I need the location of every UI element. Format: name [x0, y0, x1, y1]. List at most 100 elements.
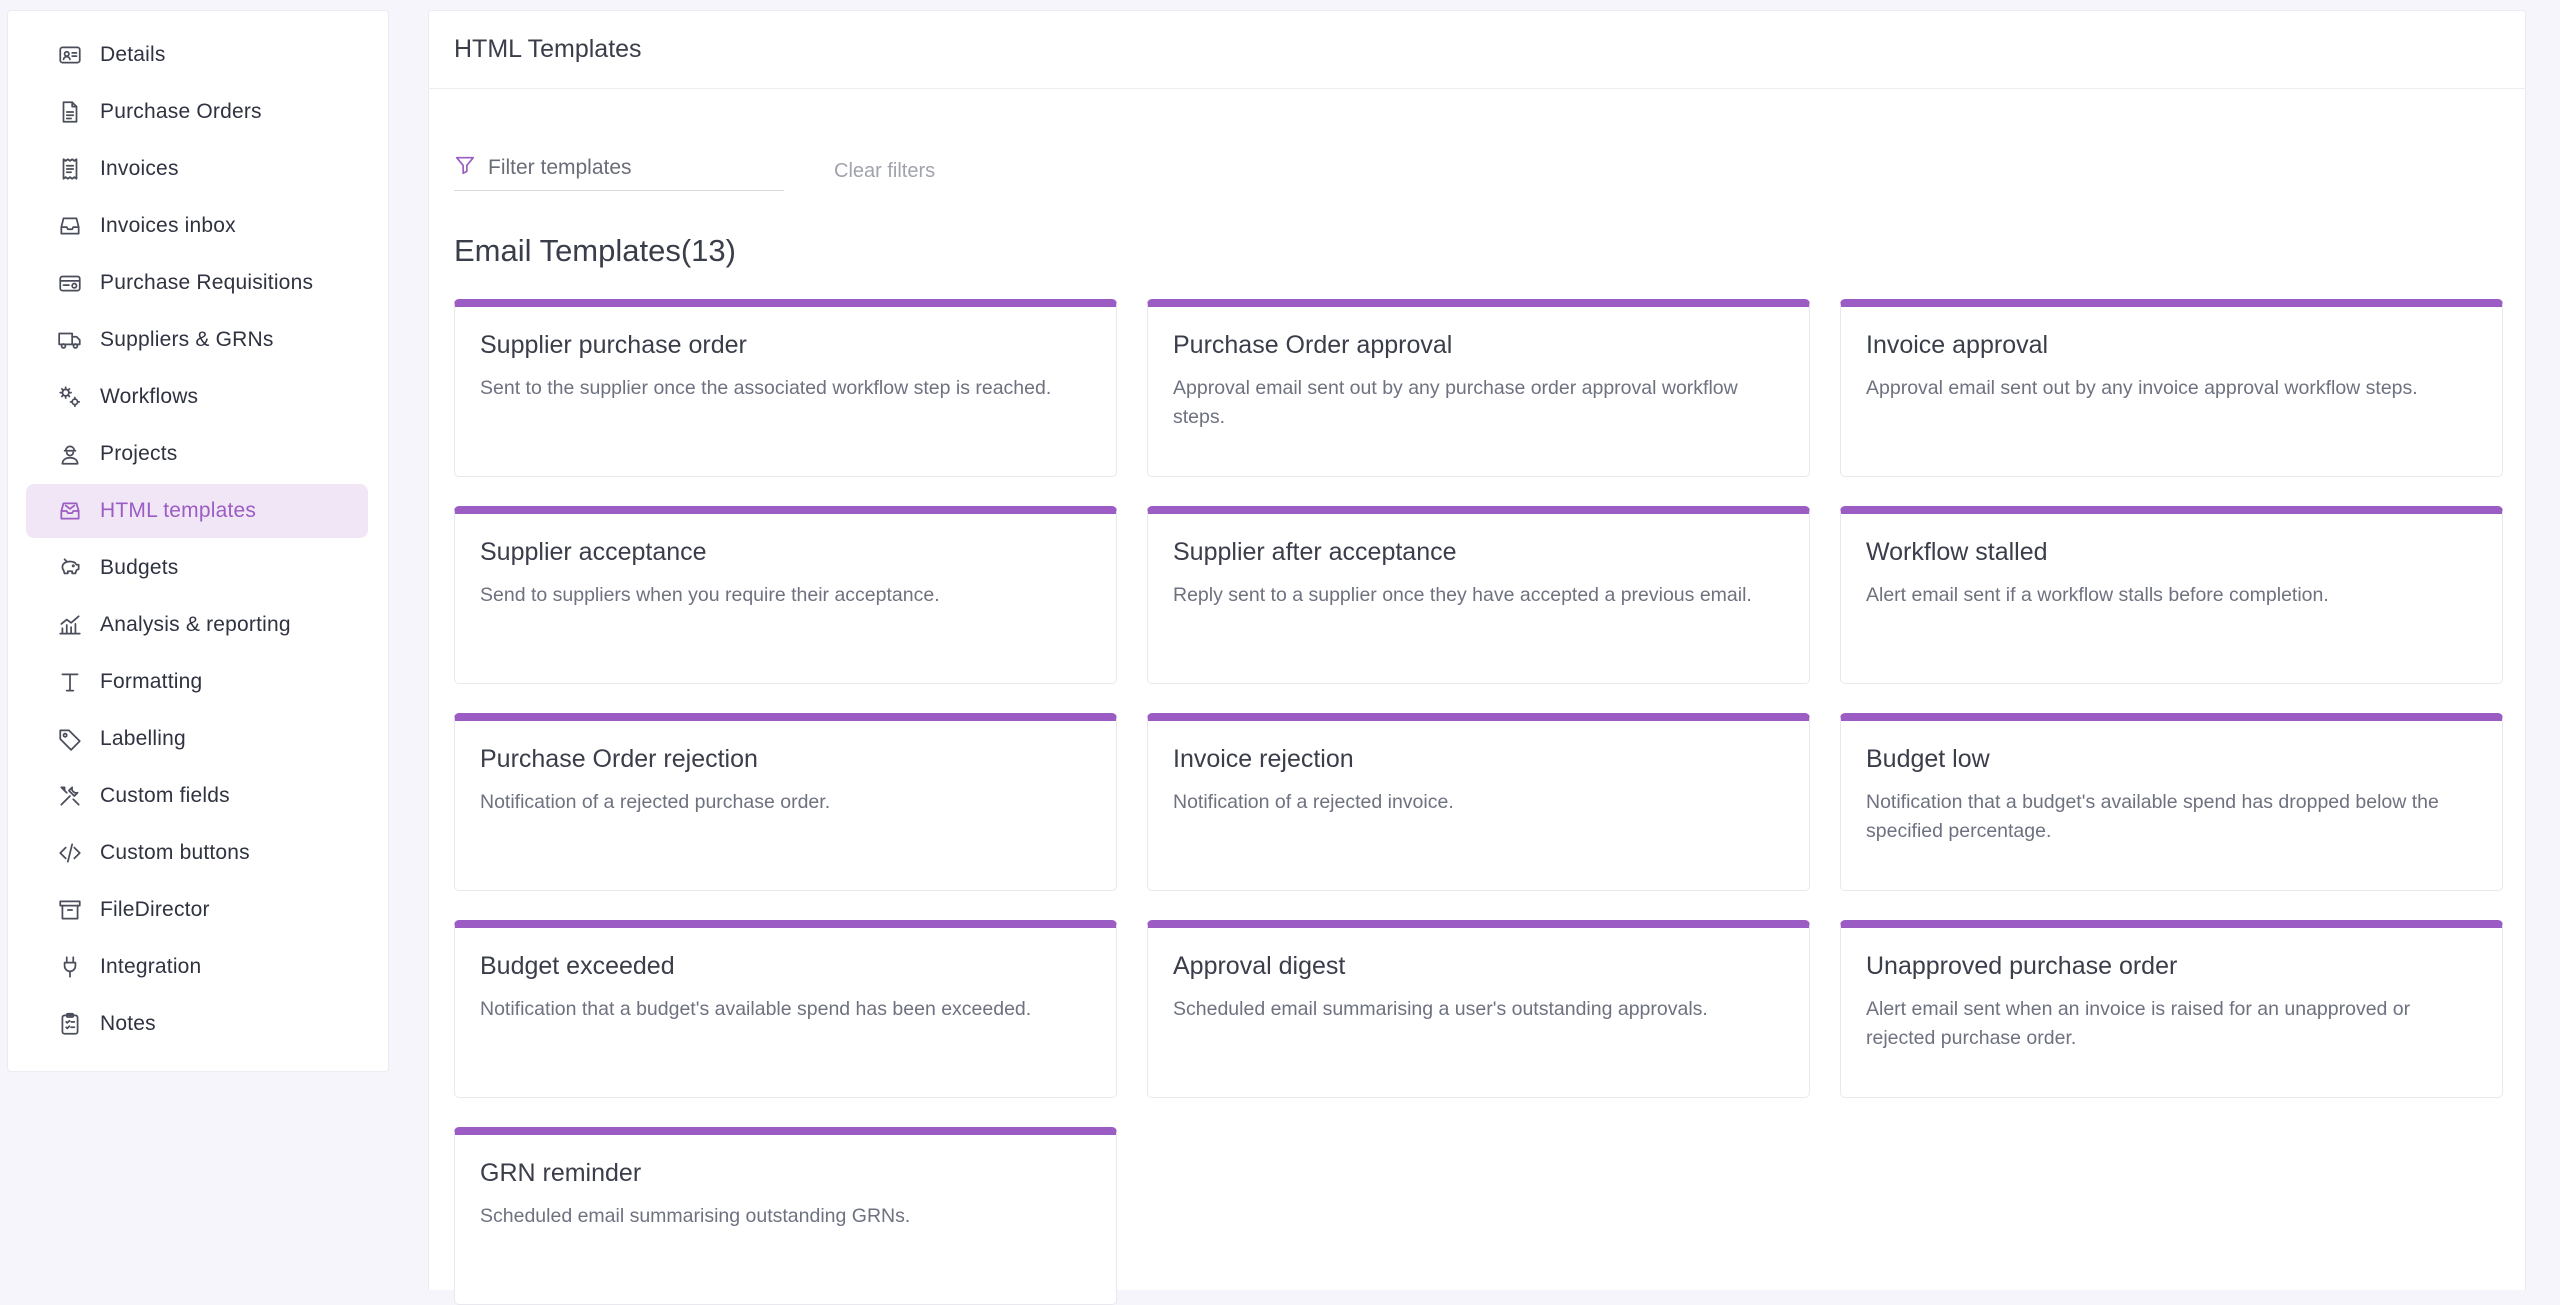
template-card-title: Approval digest: [1173, 952, 1346, 980]
sidebar-item-label: Notes: [100, 1012, 156, 1035]
text-icon: [56, 668, 84, 696]
sidebar-item-notes[interactable]: Notes: [26, 997, 368, 1051]
truck-icon: [56, 326, 84, 354]
sidebar-item-purchase-requisitions[interactable]: Purchase Requisitions: [26, 256, 368, 310]
sidebar-item-label: Details: [100, 43, 166, 66]
template-card-description: Notification that a budget's available s…: [480, 998, 1032, 1020]
template-card-description: Scheduled email summarising outstanding …: [480, 1205, 911, 1227]
template-card[interactable]: Budget low Notification that a budget's a…: [1840, 713, 2503, 891]
plug-icon: [56, 953, 84, 981]
sidebar-item-integration[interactable]: Integration: [26, 940, 368, 994]
sidebar-item-label: Labelling: [100, 727, 186, 750]
sidebar-item-label: Suppliers & GRNs: [100, 328, 274, 351]
main-panel: HTML Templates Clear filters Email Templ…: [428, 10, 2526, 1305]
mail-tray-icon: [56, 497, 84, 525]
code-icon: [56, 839, 84, 867]
tools-icon: [56, 782, 84, 810]
sidebar-item-label: HTML templates: [100, 499, 257, 522]
template-card-description: Notification of a rejected purchase orde…: [480, 791, 831, 813]
template-card-title: Purchase Order approval: [1173, 331, 1453, 359]
template-card-title: Supplier purchase order: [480, 331, 747, 359]
sidebar-item-formatting[interactable]: Formatting: [26, 655, 368, 709]
piggy-bank-icon: [56, 554, 84, 582]
template-card-title: GRN reminder: [480, 1159, 642, 1187]
receipt-icon: [56, 155, 84, 183]
clear-filters-button[interactable]: Clear filters: [834, 160, 935, 191]
sidebar-item-invoices[interactable]: Invoices: [26, 142, 368, 196]
chart-icon: [56, 611, 84, 639]
page-title: HTML Templates: [454, 35, 642, 63]
template-card[interactable]: Supplier purchase order Sent to the suppl…: [454, 299, 1117, 477]
template-card[interactable]: Budget exceeded Notification that a budge…: [454, 920, 1117, 1098]
sidebar-item-filedirector[interactable]: FileDirector: [26, 883, 368, 937]
template-card-title: Invoice rejection: [1173, 745, 1354, 773]
template-card-description: Reply sent to a supplier once they have …: [1173, 584, 1752, 606]
template-card[interactable]: Invoice rejection Notification of a rejec…: [1147, 713, 1810, 891]
template-card-description: Alert email sent when an invoice is rais…: [1866, 998, 2411, 1049]
sidebar-item-label: Integration: [100, 955, 202, 978]
sidebar-item-label: Custom buttons: [100, 841, 250, 864]
template-card-description: Alert email sent if a workflow stalls be…: [1866, 584, 2329, 606]
sidebar-item-label: Invoices: [100, 157, 179, 180]
template-card[interactable]: Approval digest Scheduled email summarisi…: [1147, 920, 1810, 1098]
sidebar-item-html-templates[interactable]: HTML templates: [26, 484, 368, 538]
sidebar-item-suppliers-grns[interactable]: Suppliers & GRNs: [26, 313, 368, 367]
template-card[interactable]: Invoice approval Approval email sent out …: [1840, 299, 2503, 477]
sidebar-item-label: Invoices inbox: [100, 214, 236, 237]
archive-icon: [56, 896, 84, 924]
inbox-icon: [56, 212, 84, 240]
template-card-title: Budget exceeded: [480, 952, 675, 980]
filter-icon: [454, 154, 476, 181]
sidebar-item-labelling[interactable]: Labelling: [26, 712, 368, 766]
gears-icon: [56, 383, 84, 411]
template-card-title: Workflow stalled: [1866, 538, 2048, 566]
filter-templates-input[interactable]: [488, 155, 768, 180]
template-card[interactable]: Supplier after acceptance Reply sent to a…: [1147, 506, 1810, 684]
sidebar-item-analysis-reporting[interactable]: Analysis & reporting: [26, 598, 368, 652]
template-card-title: Unapproved purchase order: [1866, 952, 2178, 980]
template-card[interactable]: Workflow stalled Alert email sent if a wo…: [1840, 506, 2503, 684]
sidebar-item-label: Formatting: [100, 670, 203, 693]
tag-icon: [56, 725, 84, 753]
sidebar-item-label: Workflows: [100, 385, 199, 408]
requisition-icon: [56, 269, 84, 297]
template-card[interactable]: Unapproved purchase order Alert email sen…: [1840, 920, 2503, 1098]
template-card-description: Approval email sent out by any purchase …: [1173, 377, 1738, 428]
sidebar-item-projects[interactable]: Projects: [26, 427, 368, 481]
sidebar-item-label: Projects: [100, 442, 178, 465]
template-card-title: Purchase Order rejection: [480, 745, 758, 773]
template-card[interactable]: Purchase Order rejection Notification of …: [454, 713, 1117, 891]
template-card-title: Invoice approval: [1866, 331, 2049, 359]
filter-box: [454, 145, 784, 191]
section-title: Email Templates(13): [454, 233, 736, 268]
sidebar-item-budgets[interactable]: Budgets: [26, 541, 368, 595]
sidebar-item-label: Purchase Orders: [100, 100, 262, 123]
sidebar-nav: Details Purchase Orders Invoices Invoices i…: [7, 10, 389, 1072]
sidebar-item-label: Analysis & reporting: [100, 613, 291, 636]
sidebar-item-details[interactable]: Details: [26, 28, 368, 82]
template-card-title: Supplier acceptance: [480, 538, 707, 566]
template-grid: Supplier purchase order Sent to the suppl…: [454, 299, 2504, 1305]
sidebar-item-label: Custom fields: [100, 784, 230, 807]
template-card-description: Scheduled email summarising a user's out…: [1173, 998, 1708, 1020]
sidebar-item-label: Purchase Requisitions: [100, 271, 314, 294]
sidebar-item-invoices-inbox[interactable]: Invoices inbox: [26, 199, 368, 253]
template-card[interactable]: Supplier acceptance Send to suppliers whe…: [454, 506, 1117, 684]
worker-icon: [56, 440, 84, 468]
sidebar-item-custom-buttons[interactable]: Custom buttons: [26, 826, 368, 880]
template-card[interactable]: Purchase Order approval Approval email se…: [1147, 299, 1810, 477]
template-card-description: Approval email sent out by any invoice a…: [1866, 377, 2418, 399]
template-card-description: Send to suppliers when you require their…: [480, 584, 940, 606]
id-card-icon: [56, 41, 84, 69]
sidebar-item-custom-fields[interactable]: Custom fields: [26, 769, 368, 823]
sidebar-item-label: FileDirector: [100, 898, 210, 921]
sidebar-item-purchase-orders[interactable]: Purchase Orders: [26, 85, 368, 139]
sidebar-item-workflows[interactable]: Workflows: [26, 370, 368, 424]
sidebar-item-label: Budgets: [100, 556, 179, 579]
document-icon: [56, 98, 84, 126]
template-card[interactable]: GRN reminder Scheduled email summarising …: [454, 1127, 1117, 1305]
template-card-title: Budget low: [1866, 745, 1990, 773]
page-header: HTML Templates: [429, 11, 2525, 89]
template-card-description: Notification of a rejected invoice.: [1173, 791, 1454, 813]
template-card-description: Notification that a budget's available s…: [1866, 791, 2439, 842]
